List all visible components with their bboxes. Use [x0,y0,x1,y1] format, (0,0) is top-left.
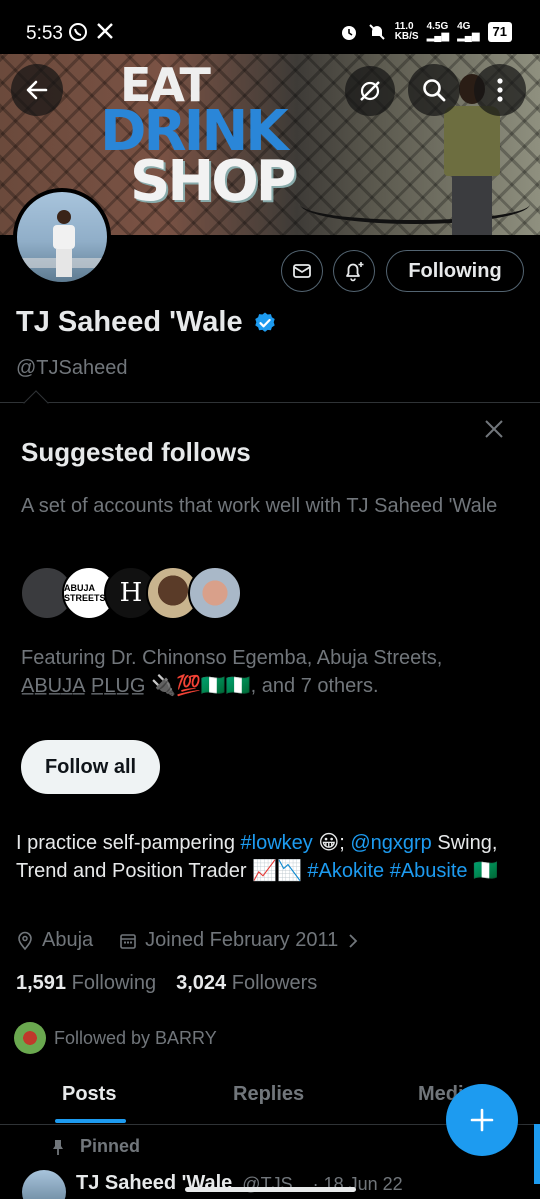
plus-icon [470,1108,494,1132]
arrow-left-icon [26,80,48,100]
search-button[interactable] [408,64,460,116]
notifications-button[interactable] [333,250,375,292]
battery-indicator: 71 [487,22,512,42]
tab-posts[interactable]: Posts [62,1083,116,1106]
bio-text: 🇳🇬 [467,860,499,882]
bell-plus-icon [346,262,364,282]
hashtag-abusite-link[interactable]: #Abusite [390,860,468,882]
grok-button[interactable] [345,66,395,116]
signal-1: 4.5G ▂▄▆ [426,21,450,42]
profile-avatar[interactable] [13,188,111,286]
follow-counts: 1,591 Following 3,024 Followers [16,972,317,995]
home-indicator[interactable] [185,1187,356,1192]
signal-2: 4G ▂▄▆ [457,21,480,42]
grok-icon [360,81,380,101]
user-handle: @TJSaheed [16,357,128,379]
display-name: TJ Saheed 'Wale [16,306,277,339]
profile-bio: I practice self-pampering #lowkey 😀; @ng… [16,829,526,885]
display-name-text: TJ Saheed 'Wale [16,306,243,338]
followed-by-text: Followed by BARRY [54,1027,217,1048]
pinned-post[interactable]: TJ Saheed 'Wale @TJS... · 18 Jun 22 [22,1168,540,1199]
followed-by-avatar [14,1022,46,1054]
bio-text: I practice self-pampering [16,832,241,854]
pinned-label: Pinned [50,1136,140,1157]
tab-replies[interactable]: Replies [233,1083,304,1106]
calendar-icon [120,933,136,949]
post-author: TJ Saheed 'Wale [76,1172,233,1194]
chevron-right-icon[interactable] [346,933,360,949]
verified-badge-icon[interactable] [253,311,277,335]
location-text: Abuja [42,929,94,951]
suggested-follows-description: A set of accounts that work well with TJ… [21,495,498,517]
alarm-icon [341,26,356,40]
notification-icons [68,22,114,42]
search-icon [423,79,446,102]
network-speed: 11.0 KB/S [394,21,419,42]
back-button[interactable] [11,64,63,116]
followed-by-row[interactable]: Followed by BARRY [14,1022,217,1054]
suggested-featuring-text: Featuring Dr. Chinonso Egemba, Abuja Str… [21,647,443,697]
location-pin-icon [18,931,32,950]
tab-active-indicator [55,1119,126,1123]
hashtag-akokite-link[interactable]: #Akokite [307,860,384,882]
more-options-button[interactable] [474,64,526,116]
profile-meta: Abuja Joined February 2011 [16,929,360,952]
more-vertical-icon [497,78,503,102]
suggested-caret [23,390,49,416]
compose-post-button[interactable] [446,1084,518,1156]
status-time: 5:53 [26,23,63,44]
close-suggestions-button[interactable] [480,415,508,443]
pinned-text: Pinned [80,1136,141,1156]
mention-ngxgrp-link[interactable]: @ngxgrp [350,832,431,854]
whatsapp-icon [69,23,87,41]
followers-count-link[interactable]: 3,024 Followers [176,972,317,995]
pin-icon [53,1139,63,1155]
suggested-avatars[interactable]: ABUJA STREETS H [20,566,242,620]
following-count-link[interactable]: 1,591 Following [16,972,156,995]
joined-date: Joined February 2011 [145,929,339,951]
status-bar: 5:53 11.0 KB/S 4.5G ▂▄▆ 4G ▂▄▆ 71 [0,0,540,54]
hashtag-lowkey-link[interactable]: #lowkey [241,832,313,854]
message-button[interactable] [281,250,323,292]
section-divider [0,402,540,403]
banner-sign: EAT DRINK SHOP [100,58,297,214]
x-logo-icon [97,23,113,39]
system-icons: 11.0 KB/S 4.5G ▂▄▆ 4G ▂▄▆ 71 [339,22,512,42]
suggested-avatar[interactable] [188,566,242,620]
following-button[interactable]: Following [386,250,524,292]
bio-text: 😀; [312,832,351,854]
post-avatar[interactable] [22,1170,66,1199]
mute-icon [368,24,385,40]
suggested-follows-title: Suggested follows [21,437,251,467]
close-icon [485,420,503,438]
envelope-icon [293,264,311,278]
scroll-edge [534,1124,540,1184]
follow-all-button[interactable]: Follow all [21,740,160,794]
